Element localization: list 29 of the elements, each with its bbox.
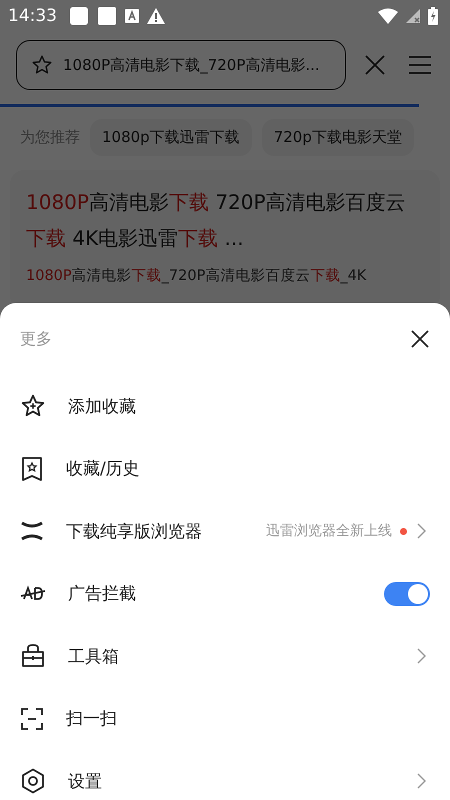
menu-item[interactable]: 收藏/历史 <box>66 457 140 480</box>
bookmark-icon <box>20 456 44 482</box>
warning-icon <box>147 8 165 24</box>
signal-icon <box>406 9 420 23</box>
notification-icon <box>97 6 117 26</box>
toolbox-icon <box>20 643 46 670</box>
status-time: 14:33 <box>8 6 57 26</box>
menu-item[interactable]: 广告拦截 <box>68 582 136 606</box>
settings-icon <box>20 768 46 794</box>
page-title: 1080P高清电影下载_720P高清电影... <box>63 56 320 74</box>
wifi-icon <box>378 8 398 24</box>
scan-icon <box>20 706 44 731</box>
chevron-icon <box>417 523 426 540</box>
x-logo-icon <box>20 521 44 542</box>
battery-icon <box>428 7 438 25</box>
menu-item[interactable]: 扫一扫 <box>66 707 117 730</box>
menu-item[interactable]: 工具箱 <box>68 644 119 668</box>
chevron-icon <box>417 773 426 790</box>
menu-item[interactable]: 添加收藏 <box>68 394 136 418</box>
sheet-title: 更多 <box>20 328 52 350</box>
menu-item[interactable]: 设置 <box>68 770 102 793</box>
result-snippet: 1080P高清电影下载_720P高清电影百度云下载_4K <box>26 266 368 286</box>
chevron-icon <box>417 648 426 664</box>
menu-item[interactable]: 下载纯享版浏览器 <box>66 520 202 543</box>
promo-text: 迅雷浏览器全新上线 <box>266 522 392 540</box>
toggle-switch[interactable] <box>384 582 430 606</box>
notification-icon <box>69 6 89 26</box>
keyboard-icon <box>125 9 139 23</box>
star-icon <box>31 54 53 76</box>
